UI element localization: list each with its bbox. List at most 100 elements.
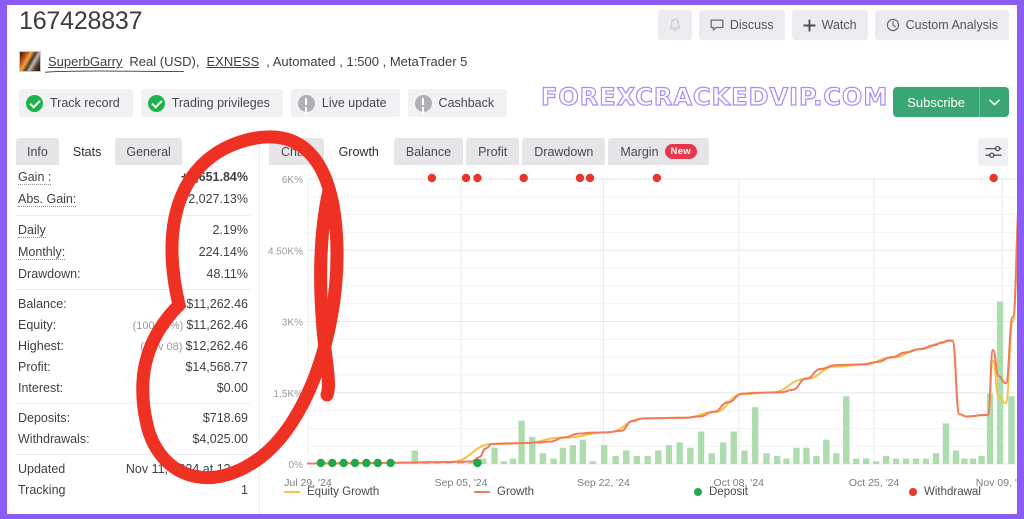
- tab-chart[interactable]: Chart: [269, 138, 324, 165]
- volume-bar: [676, 442, 683, 464]
- custom-analysis-button[interactable]: Custom Analysis: [874, 10, 1009, 40]
- volume-bar: [961, 458, 968, 464]
- deposit-marker: [316, 458, 326, 468]
- volume-bar: [623, 450, 630, 464]
- deposit-marker: [350, 458, 360, 468]
- badge-label: Track record: [50, 96, 120, 110]
- bell-icon: [669, 18, 681, 31]
- legend-line-swatch: [284, 491, 300, 493]
- legend-equity-growth[interactable]: Equity Growth: [284, 486, 474, 498]
- tab-balance[interactable]: Balance: [393, 138, 464, 165]
- stat-value: $718.69: [202, 410, 248, 425]
- volume-bar: [600, 445, 608, 464]
- withdrawal-marker: [461, 173, 471, 183]
- bell-button[interactable]: [657, 10, 692, 40]
- volume-bar: [741, 450, 748, 464]
- divider: [16, 403, 250, 404]
- withdrawal-marker: [585, 173, 595, 183]
- y-tick-label: 6K%: [282, 175, 303, 186]
- stat-label[interactable]: Monthly:: [18, 245, 66, 260]
- tab-info[interactable]: Info: [16, 138, 59, 165]
- comment-icon: [710, 19, 724, 31]
- sliders-icon: [984, 145, 1002, 158]
- volume-bar: [665, 445, 673, 464]
- badge-live-update[interactable]: Live update: [290, 89, 400, 117]
- deposit-marker: [473, 458, 482, 468]
- stat-row-balance: Balance: $11,262.46: [16, 293, 250, 314]
- y-tick-label: 1.5K%: [274, 389, 304, 400]
- legend-line-swatch: [474, 491, 490, 493]
- volume-bar: [529, 436, 536, 464]
- withdrawal-marker: [652, 173, 662, 183]
- chevron-down-icon[interactable]: [979, 87, 1009, 117]
- stat-label[interactable]: Gain :: [18, 170, 52, 185]
- chart-legend: Equity Growth Growth Deposit Withdrawal: [284, 486, 1007, 498]
- volume-bar: [559, 447, 567, 464]
- status-badges: Track record Trading privileges Live upd…: [19, 89, 508, 117]
- volume-bar: [687, 447, 694, 464]
- volume-bar: [922, 458, 930, 464]
- badge-cashback[interactable]: Cashback: [407, 89, 508, 117]
- tab-profit[interactable]: Profit: [466, 138, 520, 165]
- volume-bar: [579, 439, 587, 464]
- legend-dot-swatch: [694, 488, 702, 496]
- volume-bar: [783, 458, 790, 464]
- tab-stats[interactable]: Stats: [61, 138, 113, 165]
- tab-growth[interactable]: Growth: [326, 138, 391, 165]
- volume-bar: [803, 447, 810, 464]
- badge-trading-privileges[interactable]: Trading privileges: [140, 89, 283, 117]
- stat-label[interactable]: Daily: [18, 223, 46, 238]
- badge-label: Live update: [321, 96, 387, 110]
- stat-value: +2,027.13%: [180, 191, 248, 206]
- volume-bar: [902, 458, 910, 464]
- chart-settings-button[interactable]: [978, 138, 1008, 166]
- volume-bar: [912, 458, 920, 464]
- legend-deposit[interactable]: Deposit: [694, 486, 909, 498]
- check-circle-icon: [26, 94, 43, 112]
- badge-track-record[interactable]: Track record: [19, 89, 133, 117]
- volume-bar: [969, 458, 977, 464]
- deposit-marker: [339, 458, 348, 468]
- volume-bar: [491, 447, 498, 464]
- watch-button[interactable]: Watch: [791, 10, 868, 40]
- stat-label[interactable]: Abs. Gain:: [18, 192, 77, 207]
- badge-label: Cashback: [438, 96, 495, 110]
- tab-general[interactable]: General: [115, 138, 182, 165]
- volume-bar: [751, 407, 759, 464]
- y-tick-label: 4.50K%: [268, 246, 303, 257]
- check-circle-icon: [147, 94, 165, 112]
- volume-bar: [763, 453, 770, 464]
- tab-drawdown[interactable]: Drawdown: [522, 138, 606, 165]
- volume-bar: [872, 461, 880, 464]
- page-header: 167428837 Discuss Watch Custom Analysis …: [7, 5, 1017, 127]
- avatar: [19, 51, 41, 72]
- tab-margin[interactable]: Margin New: [608, 138, 709, 165]
- stat-label: Balance:: [18, 296, 67, 311]
- legend-growth[interactable]: Growth: [474, 486, 694, 498]
- discuss-button[interactable]: Discuss: [698, 10, 785, 40]
- volume-bar: [813, 455, 820, 464]
- legend-withdrawal[interactable]: Withdrawal: [909, 486, 981, 498]
- volume-bar: [932, 453, 940, 464]
- volume-bar: [708, 453, 715, 464]
- legend-label: Equity Growth: [307, 486, 380, 498]
- page-title: 167428837: [19, 7, 143, 35]
- subscribe-button[interactable]: Subscribe: [893, 87, 1009, 117]
- stat-row-withdrawals: Withdrawals: $4,025.00: [16, 428, 250, 449]
- volume-bar: [730, 431, 737, 464]
- y-tick-label: 0%: [289, 460, 304, 471]
- stat-value: $14,568.77: [185, 359, 248, 374]
- withdrawal-marker: [427, 173, 437, 183]
- volume-bar: [569, 445, 577, 464]
- volume-bar: [509, 458, 517, 464]
- volume-bar: [793, 447, 800, 464]
- broker-link[interactable]: EXNESS: [207, 54, 260, 69]
- volume-bar: [843, 396, 850, 464]
- divider: [16, 454, 250, 455]
- stat-value: $11,262.46: [186, 296, 248, 311]
- subscribe-label: Subscribe: [907, 94, 965, 110]
- stat-value: Nov 11, 2024 at 13:46: [125, 461, 248, 476]
- volume-bar: [500, 461, 507, 464]
- stat-row-equity: Equity: (100.00%) $11,262.46: [16, 314, 250, 335]
- username-link[interactable]: SuperbGarry: [48, 54, 122, 69]
